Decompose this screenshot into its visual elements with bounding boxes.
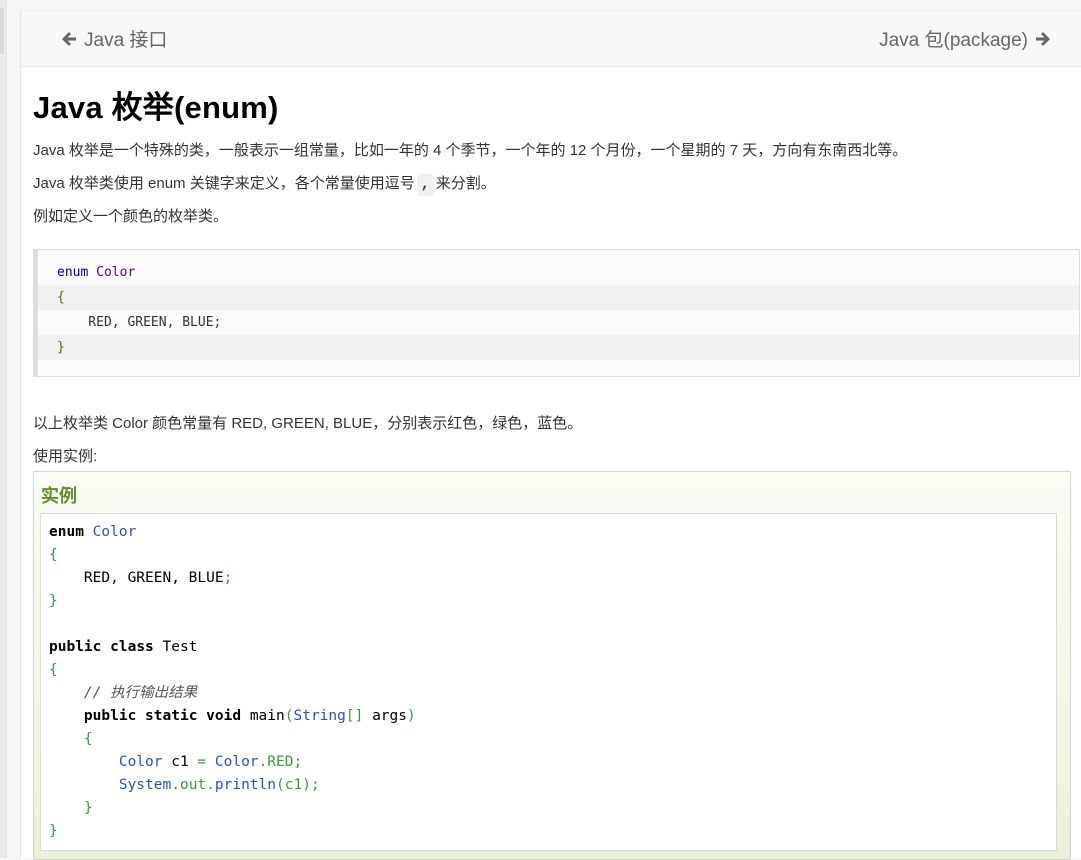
inline-code-comma: , [416,174,434,196]
code-punct: } [83,800,93,816]
arrow-left-icon [60,30,78,48]
code-line: public static void main(String[] args) [49,705,416,728]
code-punct: { [83,731,93,747]
gutter-handle [0,8,4,54]
code-keyword: enum [49,524,84,540]
constants-note: 以上枚举类 Color 颜色常量有 RED, GREEN, BLUE，分别表示红… [33,415,583,432]
code-keyword: enum [57,265,89,280]
code-text: RED, GREEN, BLUE [83,570,224,586]
keyword-paragraph: Java 枚举类使用 enum 关键字来定义，各个常量使用逗号, 来分割。 [33,172,496,196]
page-title: Java 枚举(enum) [33,90,279,125]
code-keyword: static [145,708,198,724]
example-code: enum Color { RED, GREEN, BLUE; } public … [40,513,1057,851]
keyword-text-after: 来分割。 [435,175,496,192]
prev-chapter-label: Java 接口 [84,30,168,51]
code-text: c1 [162,754,198,770]
code-line: enum Color [38,260,1079,285]
code-punct: } [49,823,58,839]
code-line: public class Test [49,636,197,659]
code-punct: { [49,662,58,678]
code-line: { [49,728,93,751]
code-keyword: class [110,639,154,655]
usage-label: 使用实例: [33,448,98,465]
code-type: Color [206,754,259,770]
code-punct: { [57,290,65,305]
prev-chapter-link[interactable]: Java 接口 [60,25,167,52]
example-title: 实例 [41,486,77,506]
example-intro-paragraph: 例如定义一个颜色的枚举类。 [33,208,229,225]
code-type: String [293,708,346,724]
example-box: 实例 enum Color { RED, GREEN, BLUE; } publ… [33,471,1071,860]
left-gutter [0,0,7,858]
code-line: System.out.println(c1); [49,774,320,797]
code-punct: [] [345,708,364,724]
code-type: println [214,777,276,793]
next-chapter-link[interactable]: Java 包(package) [879,25,1052,52]
code-type: Color [96,265,136,280]
keyword-text-before: Java 枚举类使用 enum 关键字来定义，各个常量使用逗号 [33,175,415,192]
code-keyword: public [49,639,102,655]
code-line: { [49,659,58,682]
code-line: enum Color [49,521,136,544]
code-punct: ) [407,708,416,724]
code-text: main [249,708,285,724]
prev-next-nav: Java 接口 Java 包(package) [21,10,1081,67]
code-line: Color c1 = Color.RED; [49,751,302,774]
next-chapter-label: Java 包(package) [879,30,1028,51]
code-text: args [363,708,407,724]
code-line: } [49,590,58,613]
code-punct: .RED; [258,754,303,770]
code-punct: .out. [171,777,215,793]
code-text: Test [162,639,198,655]
code-type: System [118,777,172,793]
code-line: RED, GREEN, BLUE; [49,567,232,590]
code-line: } [49,797,93,820]
code-keyword: public [83,708,137,724]
code-punct: ; [223,570,233,586]
code-line: { [38,285,1079,310]
code-type: Color [118,754,163,770]
code-type: Color [92,524,137,540]
code-punct: } [49,593,58,609]
intro-paragraph: Java 枚举是一个特殊的类，一般表示一组常量，比如一年的 4 个季节，一个年的… [33,142,908,159]
code-block-enum: enum Color { RED, GREEN, BLUE; } [33,249,1080,377]
page: Java 接口 Java 包(package) Java 枚举(enum) Ja… [20,10,1081,860]
code-punct: } [57,340,65,355]
arrow-right-icon [1034,30,1052,48]
code-punct: (c1); [276,777,320,793]
code-keyword: void [206,708,242,724]
code-punct: { [49,547,58,563]
code-line: RED, GREEN, BLUE; [57,315,222,330]
code-line: } [38,335,1079,360]
code-punct: = [197,754,207,770]
code-line: // 执行输出结果 [49,682,197,705]
code-line: } [49,820,58,843]
code-line: { [49,544,58,567]
code-comment: // 执行输出结果 [83,685,198,701]
